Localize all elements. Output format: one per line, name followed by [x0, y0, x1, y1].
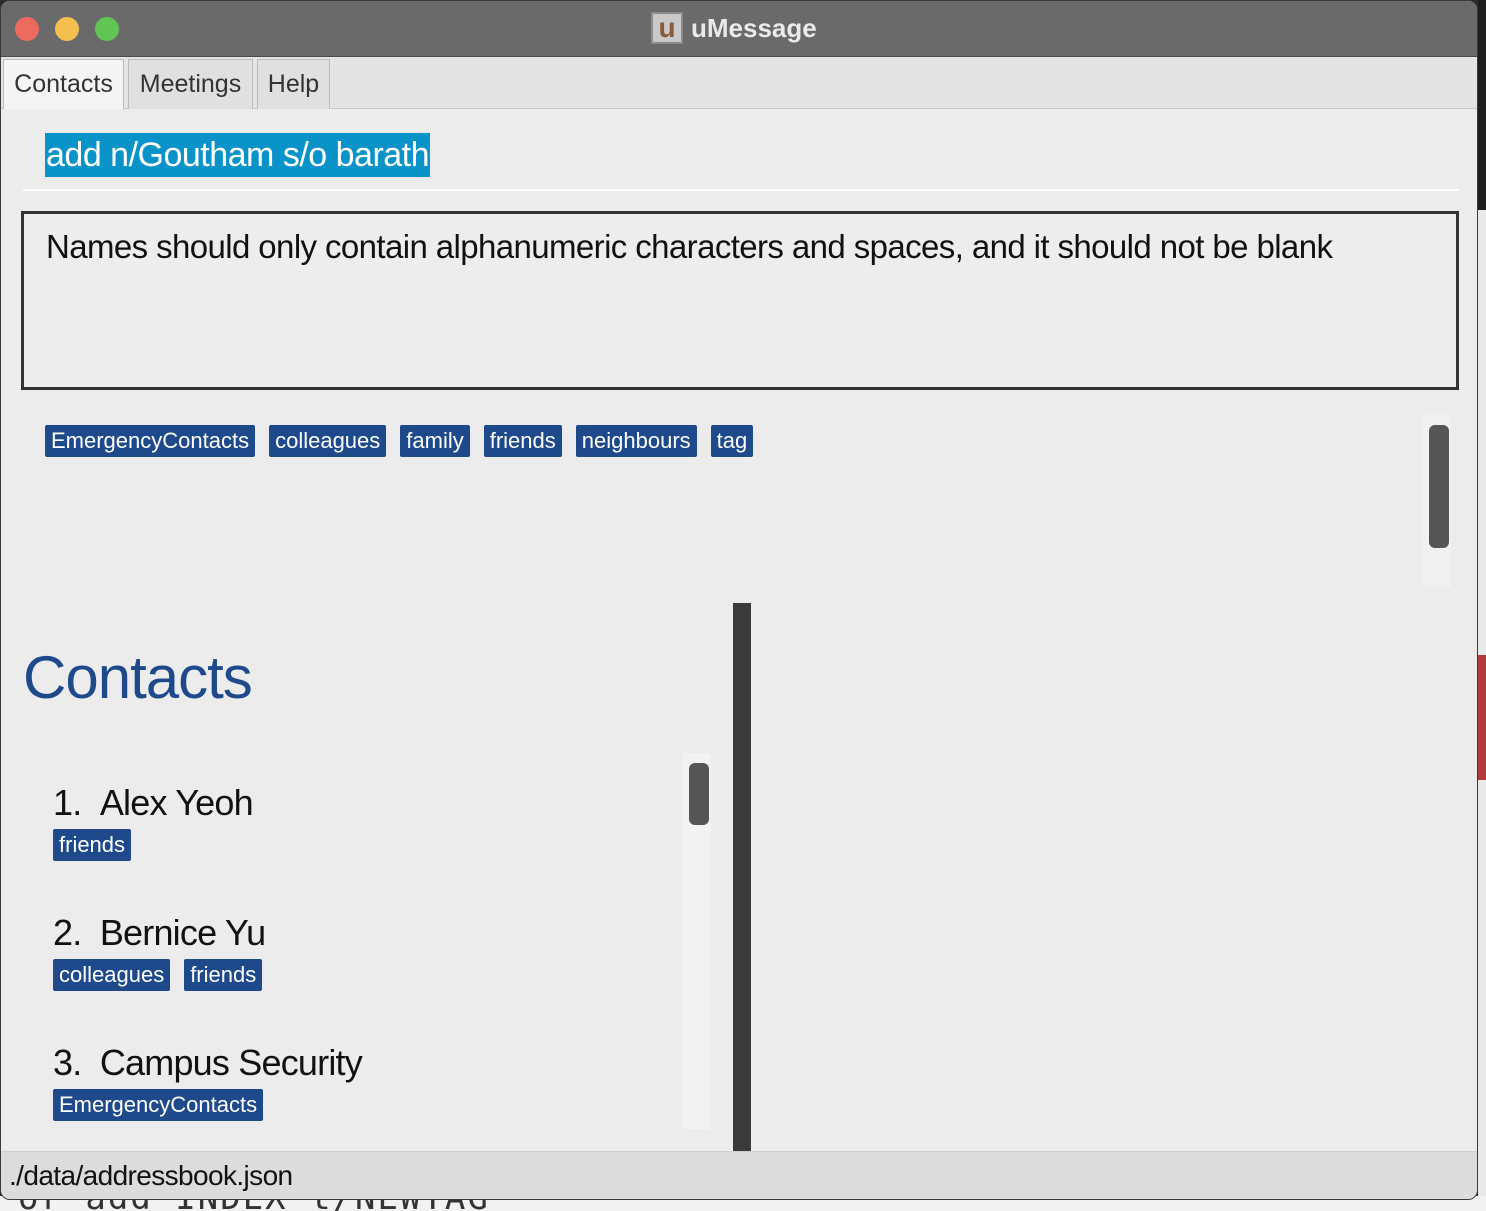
contact-name: Alex Yeoh	[99, 782, 254, 823]
close-window-button[interactable]	[15, 17, 39, 41]
tag-chip: neighbours	[575, 425, 697, 457]
contact-tags: colleagues friends	[53, 959, 673, 991]
contact-name-line: 2. Bernice Yu	[53, 911, 673, 955]
background-red-block	[1478, 655, 1486, 780]
window-title-group: u uMessage	[651, 11, 817, 45]
contact-index: 1.	[53, 782, 82, 823]
tag-chip: friends	[483, 425, 562, 457]
contact-card[interactable]: 1. Alex Yeoh friends	[53, 781, 673, 881]
menu-bar: Contacts Meetings Help	[1, 57, 1477, 109]
contact-tags: friends	[53, 829, 673, 861]
contact-tag: EmergencyContacts	[53, 1089, 264, 1121]
contact-card[interactable]: 2. Bernice Yu colleagues friends	[53, 911, 673, 1011]
contact-tag: friends	[184, 959, 263, 991]
menu-contacts[interactable]: Contacts	[3, 59, 124, 109]
contact-card[interactable]: 3. Campus Security EmergencyContacts	[53, 1041, 673, 1141]
tag-chip: tag	[710, 425, 754, 457]
contact-name: Campus Security	[99, 1042, 363, 1083]
contact-tags: EmergencyContacts	[53, 1089, 673, 1121]
app-window: u uMessage Contacts Meetings Help add n/…	[0, 0, 1478, 1200]
file-path: ./data/addressbook.json	[9, 1160, 293, 1191]
background-window-edge	[1478, 0, 1486, 1211]
app-logo-icon: u	[651, 12, 683, 44]
contact-tag: friends	[53, 829, 132, 861]
title-bar[interactable]: u uMessage	[1, 1, 1477, 57]
tag-chip: EmergencyContacts	[45, 425, 256, 457]
contact-name-line: 1. Alex Yeoh	[53, 781, 673, 825]
tag-chip: colleagues	[269, 425, 387, 457]
contact-name-line: 3. Campus Security	[53, 1041, 673, 1085]
split-pane-divider[interactable]	[733, 603, 751, 1151]
contact-index: 3.	[53, 1042, 82, 1083]
tag-chip: family	[400, 425, 470, 457]
contact-name: Bernice Yu	[99, 912, 266, 953]
contact-tag: colleagues	[53, 959, 171, 991]
command-input-text[interactable]: add n/Goutham s/o barath	[45, 133, 431, 177]
contacts-heading: Contacts	[23, 644, 253, 711]
maximize-window-button[interactable]	[95, 17, 119, 41]
result-display: Names should only contain alphanumeric c…	[21, 211, 1459, 390]
window-title: uMessage	[691, 12, 817, 43]
status-bar: ./data/addressbook.json	[1, 1151, 1477, 1199]
menu-meetings[interactable]: Meetings	[128, 59, 253, 109]
background-dark-block	[1478, 0, 1486, 210]
tag-list-scroll-thumb[interactable]	[1429, 425, 1449, 548]
contact-index: 2.	[53, 912, 82, 953]
command-input[interactable]: add n/Goutham s/o barath	[23, 121, 1459, 191]
tag-list: EmergencyContacts colleagues family frie…	[45, 425, 754, 457]
contact-list-scroll-thumb[interactable]	[689, 763, 709, 825]
result-message: Names should only contain alphanumeric c…	[46, 228, 1333, 265]
menu-help[interactable]: Help	[257, 59, 330, 109]
minimize-window-button[interactable]	[55, 17, 79, 41]
